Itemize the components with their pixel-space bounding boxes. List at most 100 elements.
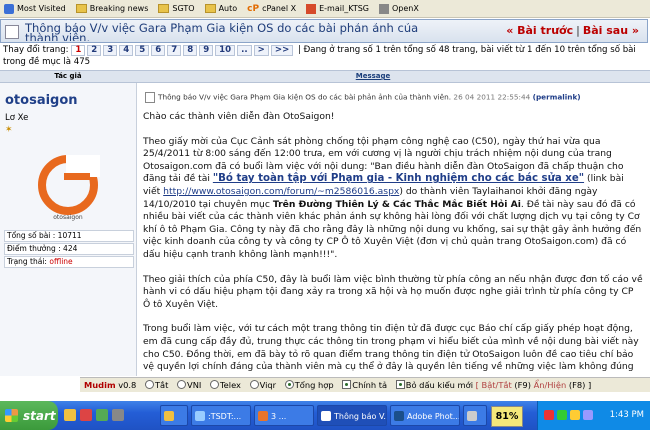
bookmark-openx[interactable]: OpenX <box>378 3 419 14</box>
bookmark-breaking-news[interactable]: Breaking news <box>75 4 148 13</box>
author-role: Lơ Xe <box>5 113 29 123</box>
column-header: Tác giả Message <box>0 70 650 83</box>
start-button[interactable]: start <box>0 401 58 430</box>
author-name[interactable]: otosaigon <box>5 93 78 108</box>
post-header: Thông báo V/v việc Gara Phạm Gia kiện OS… <box>145 92 645 103</box>
page-link-2[interactable]: 2 <box>87 45 102 56</box>
task-extra[interactable] <box>463 405 487 426</box>
openx-icon <box>378 3 389 14</box>
avatar: otosaigon <box>38 155 100 221</box>
svg-text:otosaigon: otosaigon <box>53 214 83 221</box>
radio-viqr[interactable] <box>249 380 259 389</box>
bookmark-most-visited[interactable]: Most Visited <box>4 3 66 14</box>
post-title: Thông báo V/v việc Gara Phạm Gia kiện OS… <box>158 92 452 102</box>
quicklaunch-misc-icon[interactable] <box>112 409 124 421</box>
tray-app-icon[interactable] <box>583 410 593 420</box>
toggle-link[interactable]: [ Bật/Tắt <box>476 380 512 390</box>
windows-logo-icon <box>5 409 18 422</box>
task-photoshop[interactable]: Adobe Phot... <box>390 405 460 426</box>
mail-icon <box>306 3 317 14</box>
radio-off[interactable] <box>144 380 154 389</box>
thread-icon <box>5 25 19 39</box>
tray-shield-icon[interactable] <box>544 410 554 420</box>
status-label: Trạng thái: <box>7 257 47 266</box>
page-last[interactable]: >> <box>270 45 294 56</box>
post-paragraph-2: Theo giải thích của phía C50, đây là buổ… <box>143 273 643 310</box>
folder-icon <box>158 4 170 13</box>
page-link-1[interactable]: 1 <box>71 45 86 56</box>
permalink-link[interactable]: (permalink) <box>533 93 581 102</box>
page-link-4[interactable]: 4 <box>119 45 134 56</box>
page-link-8[interactable]: 8 <box>183 45 198 56</box>
page-link-9[interactable]: 9 <box>199 45 214 56</box>
thread-nav: « Bài trước | Bài sau » <box>506 24 639 37</box>
folder-icon <box>75 4 87 13</box>
prev-thread-link[interactable]: « Bài trước <box>506 24 573 37</box>
spell-check-checkbox[interactable] <box>342 380 352 389</box>
tray-volume-icon[interactable] <box>570 410 580 420</box>
mudim-name: Mudim <box>84 380 116 390</box>
tray-network-icon[interactable] <box>557 410 567 420</box>
author-points: Điểm thưởng : 424 <box>4 243 134 255</box>
column-author: Tác giả <box>54 72 82 80</box>
page-link-6[interactable]: 6 <box>151 45 166 56</box>
folder-icon <box>164 411 174 421</box>
task-folder[interactable] <box>160 405 188 426</box>
bookmark-auto[interactable]: Auto <box>204 4 237 13</box>
system-tray: 1:43 PM <box>537 401 650 430</box>
author-total-posts: Tổng số bài : 10711 <box>4 230 134 242</box>
app-icon <box>467 411 477 421</box>
page-ellipsis[interactable]: .. <box>237 45 252 56</box>
post-paragraph-3: Trong buổi làm việc, với tư cách một tra… <box>143 323 639 373</box>
task-thread-page[interactable]: Thông báo V... <box>317 405 387 426</box>
post-body: Chào các thành viên diễn đàn OtoSaigon! … <box>143 111 643 376</box>
task-firefox[interactable]: 3 ... <box>254 405 314 426</box>
post-greeting: Chào các thành viên diễn đàn OtoSaigon! <box>143 111 335 122</box>
page-link-10[interactable]: 10 <box>215 45 236 56</box>
bookmark-sgto[interactable]: SGTO <box>158 4 195 13</box>
pager: Thay đổi trang: 1 2 3 4 5 6 7 8 9 10.. > >> | Đang … <box>3 44 647 68</box>
taskbar: start :TSDT:... 3 ... Thông báo V... Ado… <box>0 401 650 430</box>
nav-separator: | <box>576 24 580 37</box>
page-link-7[interactable]: 7 <box>167 45 182 56</box>
quicklaunch-browser-icon[interactable] <box>96 409 108 421</box>
radio-vni[interactable] <box>177 380 187 389</box>
page-next[interactable]: > <box>253 45 269 56</box>
firefox-icon <box>258 411 268 421</box>
mudim-bar: Mudim v0.8 Tắt VNI Telex Viqr Tổng hợp C… <box>80 377 650 392</box>
rank-star-icon: ✶ <box>5 125 13 135</box>
app-icon <box>195 411 205 421</box>
bookmark-cpanel[interactable]: cP cPanel X <box>247 4 296 14</box>
pager-label: Thay đổi trang: <box>3 45 69 55</box>
thread-title-bar: Thông báo V/v việc Gara Phạm Gia kiện OS… <box>0 19 648 43</box>
radio-combined[interactable] <box>284 380 294 389</box>
column-message[interactable]: Message <box>140 72 606 80</box>
cpanel-icon: cP <box>247 3 260 14</box>
page-link-5[interactable]: 5 <box>135 45 150 56</box>
page-icon <box>321 411 331 421</box>
page-link-3[interactable]: 3 <box>103 45 118 56</box>
clock[interactable]: 1:43 PM <box>610 410 644 420</box>
thread-title: Thông báo V/v việc Gara Phạm Gia kiện OS… <box>25 23 419 41</box>
bookmark-email[interactable]: E-mail_KTSG <box>306 3 369 14</box>
thread-view: Thông báo V/v việc Gara Phạm Gia kiện OS… <box>0 19 650 376</box>
new-accent-checkbox[interactable] <box>395 380 405 389</box>
post-icon <box>145 92 155 103</box>
folder-icon <box>204 4 216 13</box>
photoshop-icon <box>394 411 404 421</box>
next-thread-link[interactable]: Bài sau » <box>583 24 639 37</box>
thread-link[interactable]: "Bó tay toàn tập với Phạm gia - Kinh ngh… <box>213 173 584 184</box>
battery-indicator[interactable]: 81% <box>491 406 523 427</box>
forum-name: Trên Đường Thiên Lý & Các Thắc Mắc Biết … <box>272 198 521 210</box>
bookmarks-toolbar: Most Visited Breaking news SGTO Auto cP c… <box>0 0 650 18</box>
author-status: Trạng thái: offline <box>4 256 134 268</box>
task-tsdt[interactable]: :TSDT:... <box>191 405 251 426</box>
post-paragraph-1: Theo giấy mời của Cục Cảnh sát phòng chố… <box>143 135 642 260</box>
show-hide-link[interactable]: Ẩn/Hiện <box>534 380 567 390</box>
url-link[interactable]: http://www.otosaigon.com/forum/~m2586016… <box>163 186 399 197</box>
radio-telex[interactable] <box>210 380 220 389</box>
mudim-version: v0.8 <box>118 380 137 390</box>
quicklaunch-folder-icon[interactable] <box>64 409 76 421</box>
status-value: offline <box>49 257 73 266</box>
quicklaunch-app-icon[interactable] <box>80 409 92 421</box>
